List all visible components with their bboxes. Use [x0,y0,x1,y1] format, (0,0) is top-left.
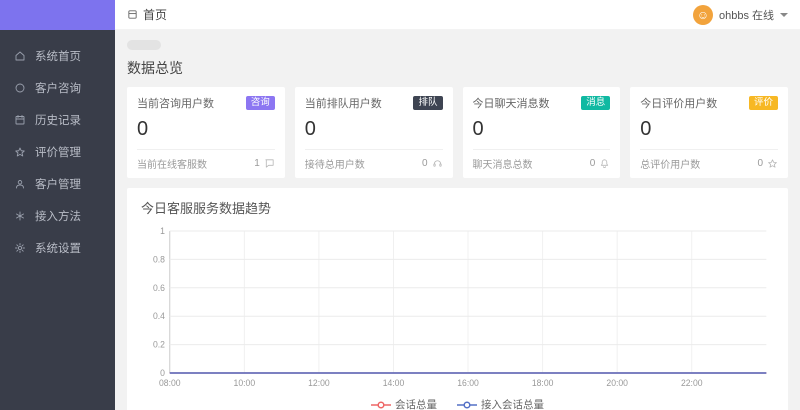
chat-circle-icon [15,83,25,93]
svg-text:20:00: 20:00 [606,378,628,388]
sidebar-item-label: 客户咨询 [35,83,81,95]
home-tab-label: 首页 [143,8,168,22]
sidebar-item-label: 历史记录 [35,115,81,127]
stat-card-value: 0 [472,118,484,140]
stat-card-footer-label: 总评价用户数 [640,160,701,171]
headset-icon [432,160,442,167]
stat-card-value: 0 [137,118,149,140]
user-menu[interactable]: ☺ ohbbs 在线 [692,4,788,25]
svg-text:10:00: 10:00 [234,378,256,388]
star-icon [768,159,777,168]
svg-text:0.2: 0.2 [153,339,165,349]
sidebar-item-customers[interactable]: 客户管理 [0,168,115,200]
svg-text:0.6: 0.6 [153,283,165,293]
sidebar-item-label: 接入方法 [35,211,81,223]
sidebar: 系统首页 客户咨询 历史记录 评价管理 客户管理 接入方法 系统设置 [0,0,115,410]
svg-text:0.4: 0.4 [153,311,165,321]
breadcrumb-tag [127,40,161,50]
gear-icon [15,243,25,253]
svg-text:1: 1 [160,226,165,236]
sidebar-item-review[interactable]: 评价管理 [0,136,115,168]
status-badge: 消息 [581,96,611,110]
stat-card-queue: 当前排队用户数 排队 0 接待总用户数 0 [294,87,453,178]
svg-text:22:00: 22:00 [681,378,703,388]
history-icon [15,115,25,125]
overview-title: 数据总览 [127,60,183,76]
trend-line-chart: 08:00 10:00 12:00 14:00 16:00 18:00 20:00 22:00… [153,226,767,388]
home-tab[interactable]: 首页 [127,6,167,23]
star-icon [15,147,25,157]
sidebar-item-home[interactable]: 系统首页 [0,40,115,72]
legend-item[interactable]: 会话总量 [371,397,437,410]
stat-card-footer-value: 1 [254,158,260,169]
main-content: 数据总览 当前咨询用户数 咨询 0 当前在线客服数 1 当前排队用户数 排队 0… [115,30,800,410]
sidebar-nav: 系统首页 客户咨询 历史记录 评价管理 客户管理 接入方法 系统设置 [0,30,115,264]
stat-card-footer-label: 聊天消息总数 [472,160,533,171]
legend-label: 接入会话总量 [481,399,544,410]
stat-card-value: 0 [640,118,652,140]
legend-item[interactable]: 接入会话总量 [457,397,544,410]
sidebar-item-label: 系统首页 [35,51,81,63]
svg-text:16:00: 16:00 [457,378,479,388]
sidebar-logo [0,0,115,30]
sidebar-item-label: 客户管理 [35,179,81,191]
stat-cards-row: 当前咨询用户数 咨询 0 当前在线客服数 1 当前排队用户数 排队 0 接待总用… [127,87,788,178]
svg-text:14:00: 14:00 [383,378,405,388]
stat-card-consulting: 当前咨询用户数 咨询 0 当前在线客服数 1 [127,87,285,178]
sidebar-item-label: 系统设置 [35,243,81,255]
topbar: 首页 ☺ ohbbs 在线 [115,0,800,30]
legend-marker-icon [457,400,477,409]
status-badge: 排队 [413,96,443,110]
home-icon [15,51,25,61]
stat-card-footer-label: 当前在线客服数 [137,160,207,171]
user-name: ohbbs 在线 [718,9,774,22]
stat-card-footer-label: 接待总用户数 [304,160,365,171]
user-icon [16,180,24,189]
avatar: ☺ [692,4,713,25]
svg-text:0.8: 0.8 [153,254,165,264]
stat-card-label: 今日聊天消息数 [472,98,550,110]
svg-text:18:00: 18:00 [532,378,554,388]
status-badge: 评价 [748,96,778,110]
svg-text:08:00: 08:00 [159,378,181,388]
stat-card-reviews: 今日评价用户数 评价 0 总评价用户数 0 [630,87,788,178]
stat-card-label: 今日评价用户数 [640,98,718,110]
stat-card-footer-value: 0 [589,158,596,169]
caret-down-icon [780,12,788,17]
svg-text:12:00: 12:00 [308,378,330,388]
chart-title: 今日客服服务数据趋势 [141,201,272,216]
sidebar-item-consult[interactable]: 客户咨询 [0,72,115,104]
stat-card-footer-value: 0 [757,158,763,169]
stat-card-footer-value: 0 [421,158,428,169]
comment-icon [265,159,274,168]
sidebar-item-settings[interactable]: 系统设置 [0,232,115,264]
status-badge: 咨询 [245,96,275,110]
sidebar-item-label: 评价管理 [35,147,81,159]
stat-card-value: 0 [304,118,316,140]
stat-card-label: 当前排队用户数 [304,98,382,110]
home-tab-icon [128,10,137,19]
sidebar-item-history[interactable]: 历史记录 [0,104,115,136]
bell-icon [601,159,609,169]
legend-label: 会话总量 [395,399,437,410]
sidebar-item-access[interactable]: 接入方法 [0,200,115,232]
plug-icon [16,211,24,221]
legend-marker-icon [371,400,391,409]
chart-legend: 会话总量 接入会话总量 [141,395,774,410]
svg-text:0: 0 [160,368,165,378]
stat-card-messages: 今日聊天消息数 消息 0 聊天消息总数 0 [462,87,621,178]
trend-chart-card: 今日客服服务数据趋势 08:00 10:00 12:00 14:00 16:00 18:0… [127,188,788,410]
stat-card-label: 当前咨询用户数 [137,98,214,110]
